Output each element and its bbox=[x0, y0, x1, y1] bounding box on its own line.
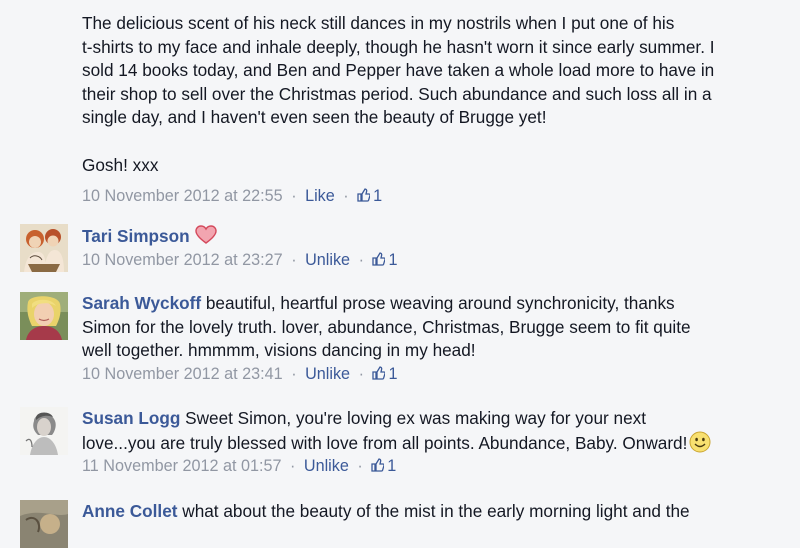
comment-meta: 11 November 2012 at 01:57 · Unlike · 1 bbox=[82, 456, 794, 476]
comment-meta: 10 November 2012 at 23:41 · Unlike · 1 bbox=[82, 364, 794, 384]
unlike-link[interactable]: Unlike bbox=[305, 365, 350, 383]
comment-author[interactable]: Sarah Wyckoff bbox=[82, 293, 201, 313]
unlike-link[interactable]: Unlike bbox=[305, 251, 350, 269]
separator: · bbox=[291, 364, 297, 383]
like-count-link[interactable]: 1 bbox=[371, 457, 396, 475]
separator: · bbox=[357, 457, 363, 476]
thumbs-up-icon bbox=[357, 188, 371, 202]
separator: · bbox=[358, 250, 364, 269]
like-count-link[interactable]: 1 bbox=[372, 365, 397, 383]
like-count: 1 bbox=[388, 250, 398, 269]
post-line: The delicious scent of his neck still da… bbox=[82, 13, 675, 33]
heart-icon bbox=[194, 225, 217, 244]
comment-content: Tari Simpson 10 November 2012 at 23:27 ·… bbox=[82, 224, 794, 270]
comment-text-line: Simon for the lovely truth. lover, abund… bbox=[82, 316, 691, 337]
comment: Sarah Wyckoff beautiful, heartful prose … bbox=[20, 292, 794, 388]
post-line: t-shirts to my face and inhale deeply, t… bbox=[82, 36, 715, 57]
smiley-icon bbox=[689, 431, 711, 453]
avatar[interactable] bbox=[20, 407, 68, 455]
comment-content: Sarah Wyckoff beautiful, heartful prose … bbox=[82, 292, 794, 384]
comment-author[interactable]: Susan Logg bbox=[82, 408, 180, 428]
comment-timestamp[interactable]: 10 November 2012 at 23:41 bbox=[82, 365, 283, 383]
post-timestamp[interactable]: 10 November 2012 at 22:55 bbox=[82, 187, 283, 205]
avatar[interactable] bbox=[20, 500, 68, 548]
comment-text: Susan Logg Sweet Simon, you're loving ex… bbox=[82, 407, 794, 455]
comment: Anne Collet what about the beauty of the… bbox=[20, 500, 794, 548]
comment-timestamp[interactable]: 10 November 2012 at 23:27 bbox=[82, 251, 283, 269]
comment-timestamp[interactable]: 11 November 2012 at 01:57 bbox=[82, 457, 281, 475]
comment-author[interactable]: Anne Collet bbox=[82, 501, 178, 521]
avatar[interactable] bbox=[20, 224, 68, 272]
like-count: 1 bbox=[388, 364, 398, 383]
comment-text-line: beautiful, heartful prose weaving around… bbox=[201, 293, 675, 313]
like-count: 1 bbox=[387, 457, 397, 476]
comment-content: Susan Logg Sweet Simon, you're loving ex… bbox=[82, 407, 794, 476]
post-closing: Gosh! xxx bbox=[82, 154, 159, 175]
post-body: The delicious scent of his neck still da… bbox=[82, 12, 794, 177]
separator: · bbox=[291, 250, 297, 269]
comment-text: Anne Collet what about the beauty of the… bbox=[82, 500, 794, 524]
post-line: sold 14 books today, and Ben and Pepper … bbox=[82, 60, 715, 81]
comment-content: Anne Collet what about the beauty of the… bbox=[82, 500, 794, 524]
like-count: 1 bbox=[373, 187, 383, 205]
like-link[interactable]: Like bbox=[305, 187, 335, 205]
comment-text-line: Sweet Simon, you're loving ex was making… bbox=[180, 408, 646, 428]
comment: Tari Simpson 10 November 2012 at 23:27 ·… bbox=[20, 224, 794, 276]
post-meta: 10 November 2012 at 22:55 · Like · 1 bbox=[82, 186, 382, 206]
separator: · bbox=[358, 364, 364, 383]
separator: · bbox=[291, 187, 297, 205]
comment-text: Sarah Wyckoff beautiful, heartful prose … bbox=[82, 292, 794, 363]
separator: · bbox=[343, 187, 349, 205]
comment: Susan Logg Sweet Simon, you're loving ex… bbox=[20, 407, 794, 481]
like-count-link[interactable]: 1 bbox=[372, 251, 397, 269]
post-line: their shop to sell over the Christmas pe… bbox=[82, 83, 712, 104]
thumbs-up-icon bbox=[371, 458, 385, 472]
comment-author[interactable]: Tari Simpson bbox=[82, 226, 190, 246]
like-count-link[interactable]: 1 bbox=[357, 187, 382, 205]
thumbs-up-icon bbox=[372, 251, 386, 266]
comment-text-line: well together. hmmmm, visions dancing in… bbox=[82, 340, 476, 361]
unlike-link[interactable]: Unlike bbox=[304, 457, 349, 475]
comment-meta: 10 November 2012 at 23:27 · Unlike · 1 bbox=[82, 250, 794, 270]
avatar[interactable] bbox=[20, 292, 68, 340]
thumbs-up-icon bbox=[372, 366, 386, 380]
comment-text-line: what about the beauty of the mist in the… bbox=[177, 501, 690, 521]
comment-text-line: love...you are truly blessed with love f… bbox=[82, 432, 688, 453]
post-line: single day, and I haven't even seen the … bbox=[82, 107, 547, 128]
comment-text: Tari Simpson bbox=[82, 224, 794, 249]
separator: · bbox=[289, 457, 296, 476]
